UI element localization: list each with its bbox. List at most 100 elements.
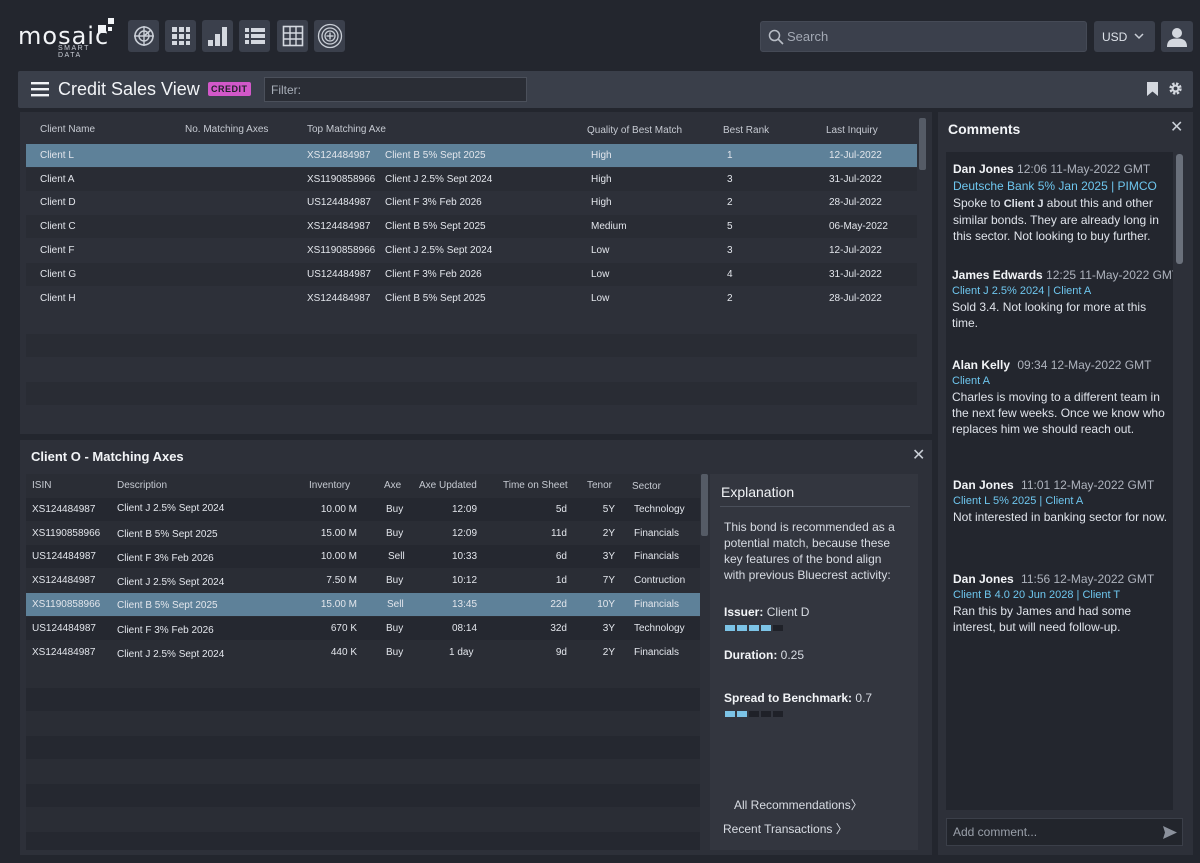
explanation-title: Explanation	[721, 484, 795, 500]
tenor-cell: 2Y	[602, 647, 615, 658]
comment-text: Spoke to Client J about this and other s…	[953, 195, 1173, 244]
comment-author: James Edwards	[952, 268, 1043, 282]
recent-transactions-link[interactable]: Recent Transactions 〉	[723, 820, 848, 837]
description-cell: Client B 5% Sept 2025	[117, 600, 218, 611]
close-icon[interactable]: ✕	[1170, 120, 1183, 136]
hamburger-menu-icon[interactable]	[31, 82, 49, 97]
bond-cell: Client B 5% Sept 2025	[385, 293, 486, 304]
column-header[interactable]: Client Name	[40, 124, 95, 135]
column-header[interactable]: Axe	[384, 480, 401, 491]
bond-cell: Client J 2.5% Sept 2024	[385, 174, 493, 185]
comments-list: Dan Jones 12:06 11-May-2022 GMT Deutsche…	[946, 152, 1173, 810]
axe-updated-cell: 10:33	[452, 551, 478, 562]
filter-input[interactable]: Filter:	[264, 77, 527, 102]
meter-segment	[773, 625, 783, 631]
table-row[interactable]: XS124484987 Client J 2.5% Sept 2024 440 …	[26, 641, 700, 664]
currency-select[interactable]: USD	[1094, 21, 1155, 52]
close-icon[interactable]: ✕	[912, 448, 925, 464]
last-inquiry-cell: 28-Jul-2022	[829, 197, 882, 208]
all-recommendations-link[interactable]: All Recommendations〉	[734, 796, 863, 813]
tenor-cell: 10Y	[597, 599, 615, 610]
column-header[interactable]: ISIN	[32, 480, 51, 491]
time-on-sheet-cell: 22d	[550, 599, 567, 610]
column-header[interactable]: Axe Updated	[419, 480, 477, 491]
add-comment-input[interactable]	[953, 819, 1153, 845]
table-row[interactable]: Client A XS1190858966 Client J 2.5% Sept…	[26, 168, 917, 191]
nav-chart-button[interactable]	[202, 20, 233, 52]
last-inquiry-cell: 31-Jul-2022	[829, 269, 882, 280]
table-row[interactable]: Client F XS1190858966 Client J 2.5% Sept…	[26, 239, 917, 262]
table-row[interactable]: XS1190858966 Client B 5% Sept 2025 15.00…	[26, 593, 700, 616]
table-scrollbar[interactable]	[919, 118, 926, 170]
empty-row	[26, 760, 700, 783]
nav-target-button[interactable]	[314, 20, 345, 52]
table-row[interactable]: XS124484987 Client J 2.5% Sept 2024 7.50…	[26, 569, 700, 592]
column-header[interactable]: Top Matching Axe	[307, 124, 386, 135]
column-header[interactable]: Tenor	[587, 480, 612, 491]
send-icon[interactable]	[1163, 826, 1177, 839]
nav-list-button[interactable]	[239, 20, 270, 52]
column-header[interactable]: Quality of Best Match	[587, 125, 682, 136]
table-row[interactable]: Client C XS124484987 Client B 5% Sept 20…	[26, 215, 917, 238]
table-row[interactable]: XS1190858966 Client B 5% Sept 2025 15.00…	[26, 522, 700, 545]
table-row[interactable]: Client L XS124484987 Client B 5% Sept 20…	[26, 144, 917, 167]
user-profile-button[interactable]	[1161, 21, 1193, 52]
comment-reference-link[interactable]: Client A	[952, 375, 1172, 387]
add-comment-box[interactable]	[946, 818, 1183, 846]
column-header[interactable]: Last Inquiry	[826, 125, 878, 136]
column-header[interactable]: Best Rank	[723, 125, 769, 136]
sector-cell: Technology	[634, 504, 685, 515]
nav-table-button[interactable]	[277, 20, 308, 52]
target-plus-icon	[317, 23, 342, 49]
axes-table-scrollbar[interactable]	[701, 474, 708, 536]
column-header[interactable]: Time on Sheet	[503, 480, 568, 491]
table-row[interactable]: Client G US124484987 Client F 3% Feb 202…	[26, 263, 917, 286]
mosaic-logo[interactable]: mosaic SMART DATA	[18, 18, 114, 59]
table-row[interactable]: Client H XS124484987 Client B 5% Sept 20…	[26, 287, 917, 310]
column-header[interactable]: Sector	[632, 481, 661, 492]
axe-cell: Sell	[388, 551, 405, 562]
search-input[interactable]	[787, 22, 1077, 51]
chevron-down-icon	[1134, 33, 1144, 40]
filter-label: Filter:	[271, 83, 301, 97]
comment-header: Dan Jones 12:06 11-May-2022 GMT	[953, 162, 1173, 176]
nav-grid-button[interactable]	[165, 20, 196, 52]
column-header[interactable]: Inventory	[309, 480, 350, 491]
comment-reference-link[interactable]: Client J 2.5% 2024 | Client A	[952, 285, 1172, 297]
comment-reference-link[interactable]: Client B 4.0 20 Jun 2028 | Client T	[953, 589, 1173, 601]
client-cell: Client L	[40, 150, 74, 161]
sector-cell: Contruction	[634, 575, 686, 586]
comment-reference-link[interactable]: Deutsche Bank 5% Jan 2025 | PIMCO	[953, 179, 1173, 193]
meter-segment	[761, 711, 771, 717]
time-on-sheet-cell: 9d	[555, 647, 567, 658]
last-inquiry-cell: 31-Jul-2022	[829, 174, 882, 185]
empty-row	[26, 712, 700, 735]
comments-scrollbar[interactable]	[1176, 154, 1183, 264]
nav-radar-button[interactable]	[128, 20, 159, 52]
empty-row	[26, 358, 917, 381]
bookmark-icon[interactable]	[1147, 82, 1158, 96]
column-header[interactable]: Description	[117, 480, 167, 491]
client-cell: Client C	[40, 221, 76, 232]
axe-updated-cell: 10:12	[452, 575, 478, 586]
isin-cell: US124484987	[307, 269, 371, 280]
comment-reference-link[interactable]: Client L 5% 2025 | Client A	[953, 495, 1173, 507]
client-cell: Client G	[40, 269, 77, 280]
isin-cell: XS1190858966	[32, 528, 101, 539]
table-row[interactable]: US124484987 Client F 3% Feb 2026 10.00 M…	[26, 545, 700, 568]
comment-time: 12:06 11-May-2022 GMT	[1017, 162, 1151, 176]
axe-cell: Sell	[387, 599, 404, 610]
axe-cell: Buy	[386, 623, 404, 634]
table-row[interactable]: Client D US124484987 Client F 3% Feb 202…	[26, 191, 917, 214]
feature-value: 0.7	[855, 691, 873, 705]
table-row[interactable]: XS124484987 Client J 2.5% Sept 2024 10.0…	[26, 498, 700, 521]
column-header[interactable]: No. Matching Axes	[185, 124, 268, 135]
isin-cell: XS1190858966	[307, 174, 376, 185]
comment-time: 09:34 12-May-2022 GMT	[1017, 358, 1152, 372]
client-cell: Client H	[40, 293, 76, 304]
gear-icon[interactable]	[1168, 81, 1183, 96]
table-row[interactable]: US124484987 Client F 3% Feb 2026 670 K B…	[26, 617, 700, 640]
comments-panel: Comments ✕ Dan Jones 12:06 11-May-2022 G…	[938, 112, 1193, 855]
search-box[interactable]	[760, 21, 1087, 52]
inventory-cell: 7.50 M	[326, 575, 357, 586]
